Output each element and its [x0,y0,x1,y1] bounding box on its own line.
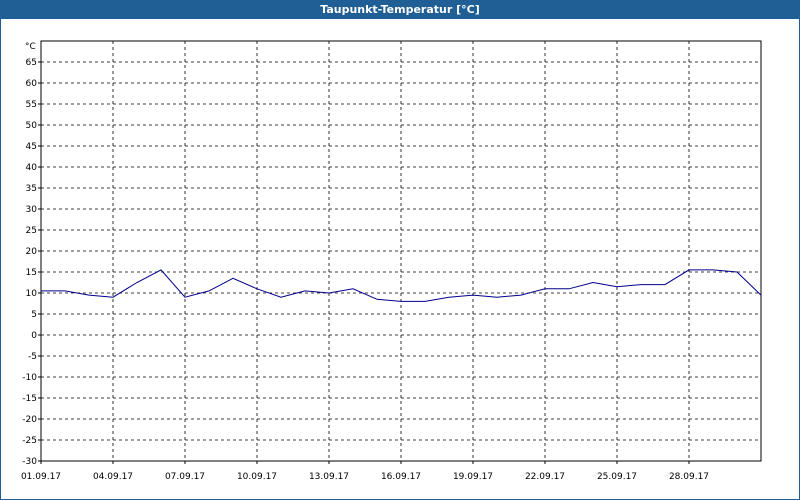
y-tick-label: -10 [22,373,37,383]
y-tick-label: -30 [22,457,37,467]
y-tick-label: 0 [31,331,37,341]
y-tick-label: 35 [26,184,37,194]
x-tick-label: 25.09.17 [597,472,637,482]
y-tick-label: -20 [22,415,37,425]
y-tick-label: -15 [22,394,37,404]
x-tick-label: 13.09.17 [309,472,349,482]
y-tick-label: 50 [26,121,38,131]
y-axis-unit-label: °C [25,42,36,52]
y-tick-label: 5 [31,310,37,320]
x-tick-label: 04.09.17 [93,472,133,482]
chart-svg: 65605550454035302520151050-5-10-15-20-25… [21,40,762,482]
y-tick-label: 25 [26,226,37,236]
x-tick-label: 07.09.17 [165,472,205,482]
x-tick-label: 22.09.17 [525,472,565,482]
y-tick-label: 20 [26,247,38,257]
y-tick-label: 60 [26,79,38,89]
x-tick-label: 16.09.17 [381,472,421,482]
y-tick-label: 15 [26,268,37,278]
y-tick-label: 30 [26,205,38,215]
y-tick-label: -25 [22,436,37,446]
grid-layer [41,41,761,461]
x-tick-label: 19.09.17 [453,472,493,482]
x-axis: 01.09.17 04.09.17 07.09.17 10.09.17 13.09.17… [21,461,709,482]
y-tick-label: 45 [26,142,37,152]
y-tick-label: 55 [26,100,37,110]
y-tick-label: 10 [26,289,38,299]
chart-window: Taupunkt-Temperatur [°C] 65 60 55 50 45 40 35 3… [0,0,800,500]
y-tick-label: 40 [26,163,38,173]
y-tick-label: -5 [28,352,37,362]
x-tick-label: 01.09.17 [21,472,61,482]
y-axis: 65605550454035302520151050-5-10-15-20-25… [22,58,41,467]
y-tick-label: 65 [26,58,37,68]
x-tick-label: 28.09.17 [669,472,709,482]
x-tick-label: 10.09.17 [237,472,277,482]
